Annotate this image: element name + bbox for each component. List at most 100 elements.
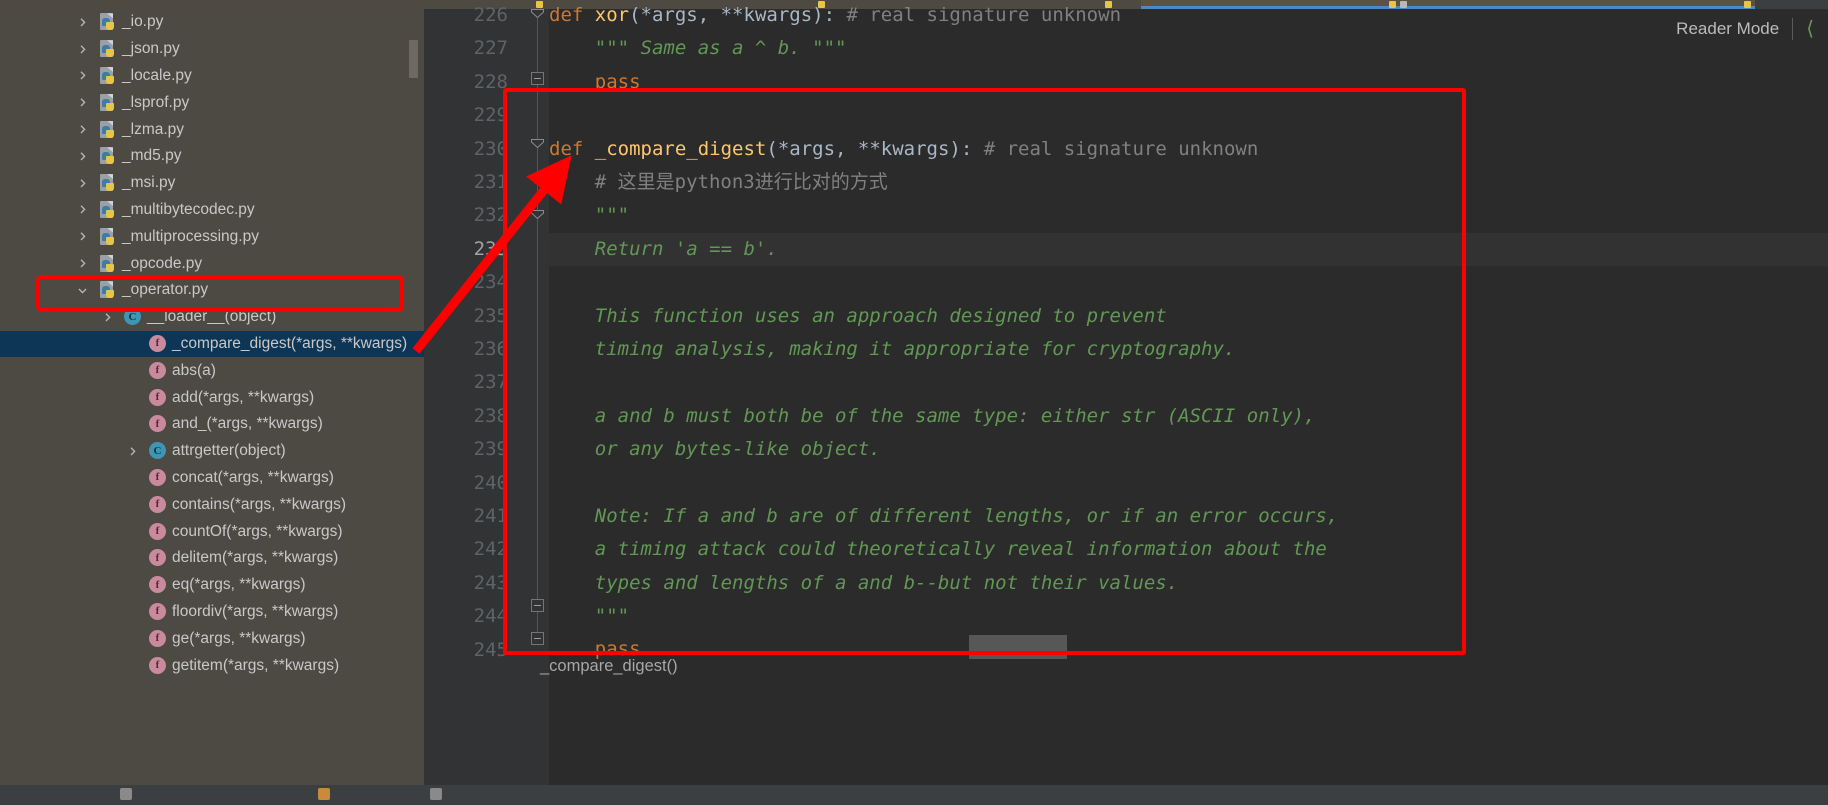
fold-collapse-icon[interactable] — [531, 599, 544, 612]
python-file-icon — [99, 254, 117, 273]
tree-item-label: _msi.py — [122, 174, 176, 192]
tree-item-17[interactable]: f concat(*args, **kwargs) — [0, 465, 424, 492]
chevron-right-icon[interactable] — [74, 229, 90, 245]
tree-item-21[interactable]: f eq(*args, **kwargs) — [0, 572, 424, 599]
tree-item-22[interactable]: f floordiv(*args, **kwargs) — [0, 599, 424, 626]
chevron-down-icon[interactable] — [74, 282, 90, 298]
tree-item-0[interactable]: _io.py — [0, 9, 424, 36]
fold-guide-line — [537, 148, 538, 210]
fold-collapse-icon[interactable] — [531, 210, 544, 219]
code-line-232[interactable]: """ — [549, 199, 1828, 232]
chevron-right-icon[interactable] — [74, 95, 90, 111]
tool-window-icon[interactable] — [120, 788, 132, 800]
code-line-236[interactable]: timing analysis, making it appropriate f… — [549, 333, 1828, 366]
tree-item-label: concat(*args, **kwargs) — [172, 468, 334, 486]
tree-item-label: _operator.py — [122, 281, 209, 299]
line-number-230: 230 — [473, 137, 508, 160]
code-line-238[interactable]: a and b must both be of the same type: e… — [549, 400, 1828, 433]
fold-collapse-icon[interactable] — [531, 139, 544, 148]
code-line-230[interactable]: def _compare_digest(*args, **kwargs): # … — [549, 133, 1828, 166]
code-text-area[interactable]: def xor(*args, **kwargs): # real signatu… — [549, 4, 1828, 805]
function-icon: f — [149, 361, 167, 380]
docstring-text: Note: If a and b are of different length… — [594, 504, 1339, 527]
code-editor[interactable]: 226 227 228 229 230 231 232 233 234 235 236 237 238 2… — [424, 4, 1828, 805]
tree-item-20[interactable]: f delitem(*args, **kwargs) — [0, 545, 424, 572]
tree-item-2[interactable]: _locale.py — [0, 63, 424, 90]
reader-mode-label[interactable]: Reader Mode — [1676, 19, 1779, 39]
line-number-240: 240 — [473, 471, 508, 494]
tree-item-15[interactable]: f and_(*args, **kwargs) — [0, 411, 424, 438]
terminal-icon[interactable] — [430, 788, 442, 800]
chevron-left-icon[interactable]: ⟨ — [1806, 19, 1814, 39]
fold-collapse-icon[interactable] — [531, 72, 544, 85]
code-line-234[interactable] — [549, 266, 1828, 299]
line-number-229: 229 — [473, 104, 508, 127]
class-icon: C — [124, 308, 142, 326]
docstring-quotes: """ — [594, 204, 630, 227]
tree-item-label: abs(a) — [172, 361, 216, 379]
python-file-icon — [536, 1, 543, 8]
project-tree-panel[interactable]: _io.py _json.py _locale.py _lsprof.py _lzma.… — [0, 9, 424, 805]
fold-collapse-icon[interactable] — [531, 9, 544, 18]
tree-item-8[interactable]: _multiprocessing.py — [0, 223, 424, 250]
docstring-text: types and lengths of a and b--but not th… — [594, 571, 1179, 594]
code-line-245[interactable]: pass — [549, 633, 1828, 666]
code-folding-gutter[interactable] — [526, 9, 549, 805]
tree-item-label: countOf(*args, **kwargs) — [172, 522, 343, 540]
code-line-239[interactable]: or any bytes-like object. — [549, 433, 1828, 466]
project-tree-vertical-scrollbar[interactable] — [409, 40, 418, 78]
code-line-242[interactable]: a timing attack could theoretically reve… — [549, 533, 1828, 566]
tree-item-11[interactable]: C __loader__(object) — [0, 304, 424, 331]
chevron-right-icon[interactable] — [99, 309, 115, 325]
run-icon[interactable] — [318, 788, 330, 800]
tree-item-24[interactable]: f getitem(*args, **kwargs) — [0, 652, 424, 679]
chevron-right-icon[interactable] — [74, 148, 90, 164]
code-line-231[interactable]: # 这里是python3进行比对的方式 — [549, 166, 1828, 199]
tree-item-16[interactable]: Cattrgetter(object) — [0, 438, 424, 465]
chevron-right-icon[interactable] — [74, 202, 90, 218]
tree-item-5[interactable]: _md5.py — [0, 143, 424, 170]
line-number-235: 235 — [473, 304, 508, 327]
tree-item-6[interactable]: _msi.py — [0, 170, 424, 197]
docstring-text: Same as a ^ b. — [629, 37, 813, 60]
code-line-228[interactable]: pass — [549, 66, 1828, 99]
code-line-235[interactable]: This function uses an approach designed … — [549, 300, 1828, 333]
fold-collapse-icon[interactable] — [531, 632, 544, 645]
tree-item-label: contains(*args, **kwargs) — [172, 495, 347, 513]
tree-item-12[interactable]: f _compare_digest(*args, **kwargs) — [0, 330, 424, 358]
function-name: _compare_digest — [594, 137, 767, 160]
chevron-right-icon[interactable] — [74, 41, 90, 57]
tree-item-label: _lzma.py — [122, 120, 185, 138]
tree-item-4[interactable]: _lzma.py — [0, 116, 424, 143]
code-line-243[interactable]: types and lengths of a and b--but not th… — [549, 567, 1828, 600]
line-number-239: 239 — [473, 438, 508, 461]
chevron-right-icon[interactable] — [74, 122, 90, 138]
code-line-240[interactable] — [549, 466, 1828, 499]
tree-item-19[interactable]: f countOf(*args, **kwargs) — [0, 518, 424, 545]
code-line-244[interactable]: """ — [549, 600, 1828, 633]
tree-item-14[interactable]: f add(*args, **kwargs) — [0, 384, 424, 411]
code-line-237[interactable] — [549, 366, 1828, 399]
tree-item-13[interactable]: f abs(a) — [0, 357, 424, 384]
tree-item-9[interactable]: _opcode.py — [0, 250, 424, 277]
code-line-233[interactable]: Return 'a == b'. — [549, 232, 1828, 267]
chevron-right-icon[interactable] — [124, 443, 140, 459]
python-file-icon — [99, 281, 117, 299]
status-bar[interactable] — [0, 785, 1828, 805]
code-line-241[interactable]: Note: If a and b are of different length… — [549, 500, 1828, 533]
chevron-right-icon[interactable] — [74, 175, 90, 191]
chevron-right-icon[interactable] — [74, 256, 90, 272]
breadcrumb[interactable]: _compare_digest() — [540, 657, 678, 676]
reader-mode-bar[interactable]: Reader Mode ⟨ — [1380, 9, 1828, 49]
tree-item-18[interactable]: f contains(*args, **kwargs) — [0, 491, 424, 518]
tree-item-23[interactable]: f ge(*args, **kwargs) — [0, 625, 424, 652]
chevron-right-icon[interactable] — [74, 68, 90, 84]
tree-item-label: _json.py — [122, 40, 180, 58]
tree-item-3[interactable]: _lsprof.py — [0, 89, 424, 116]
tree-item-7[interactable]: _multibytecodec.py — [0, 197, 424, 224]
code-line-229[interactable] — [549, 99, 1828, 132]
tree-item-1[interactable]: _json.py — [0, 36, 424, 63]
chevron-right-icon[interactable] — [74, 14, 90, 30]
tree-item-10[interactable]: _operator.py — [0, 277, 424, 304]
